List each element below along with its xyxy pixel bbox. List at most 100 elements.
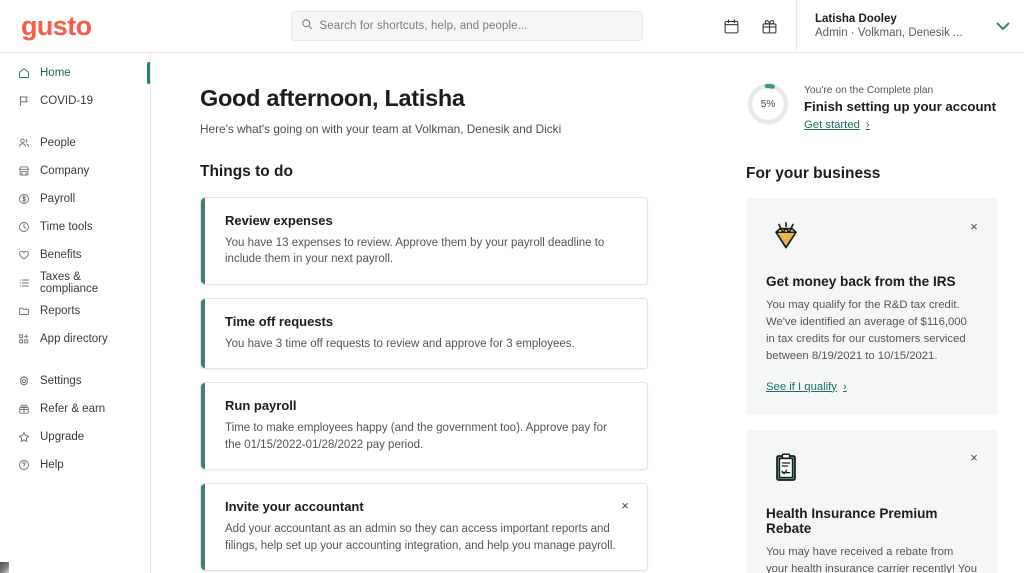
apps-icon [17,333,30,346]
heart-icon [17,249,30,262]
sidebar-item-label: Help [40,459,64,471]
todo-card-invite-your-accountant[interactable]: × Invite your accountant Add your accoun… [200,483,648,572]
sidebar-item-company[interactable]: Company [0,160,150,182]
chevron-down-icon[interactable] [996,19,1010,34]
progress-percent-label: 5% [760,98,776,110]
todo-title: Run payroll [225,398,297,414]
sidebar-item-label: Settings [40,375,82,387]
sidebar-item-label: Benefits [40,249,82,261]
chevron-right-icon: › [842,380,847,393]
todo-card-review-expenses[interactable]: Review expenses You have 13 expenses to … [200,197,648,285]
see-if-i-qualify-label: See if I qualify [766,380,837,393]
todo-card-time-off-requests[interactable]: Time off requests You have 3 time off re… [200,297,648,370]
page-body: Home COVID-19 People Company Payroll Tim… [0,53,1024,573]
flag-icon [17,95,30,108]
user-name: Latisha Dooley [815,13,897,25]
sidebar-item-label: Payroll [40,193,76,205]
search-input[interactable]: Search for shortcuts, help, and people..… [320,20,528,32]
clock-icon [17,221,30,234]
business-card-title: Get money back from the IRS [766,274,956,289]
sidebar-item-upgrade[interactable]: Upgrade [0,426,150,448]
sidebar-item-label: Company [40,165,90,177]
search-zone: Search for shortcuts, help, and people..… [151,11,722,41]
calendar-icon[interactable] [722,17,741,36]
business-card-irs[interactable]: × Get money back from the IRS You may qu… [746,198,998,415]
sidebar-item-label: App directory [40,333,108,345]
page-subtitle: Here's what's going on with your team at… [200,122,562,136]
account-setup-progress[interactable]: 5% You're on the Complete plan Finish se… [746,82,998,133]
see-if-i-qualify-link[interactable]: See if I qualify › [766,381,847,393]
business-card-health-rebate[interactable]: × Health Insurance Premium Rebate You ma… [746,429,998,573]
sidebar-item-refer-earn[interactable]: Refer & earn [0,398,150,420]
sidebar-item-covid-19[interactable]: COVID-19 [0,90,150,112]
sidebar-item-label: Refer & earn [40,403,106,415]
sidebar-item-payroll[interactable]: Payroll [0,188,150,210]
page-title: Good afternoon, Latisha [200,85,465,111]
star-icon [17,431,30,444]
question-circle-icon [17,459,30,472]
progress-ring: 5% [746,82,790,126]
get-started-link[interactable]: Get started › [804,119,870,131]
user-menu[interactable]: Latisha Dooley Admin · Volkman, Denesik … [796,0,1024,53]
sidebar-item-app-directory[interactable]: App directory [0,328,150,350]
close-icon[interactable]: × [618,498,632,512]
todo-description: You have 3 time off requests to review a… [225,337,575,350]
nav-divider-2 [0,350,150,370]
search-box[interactable]: Search for shortcuts, help, and people..… [290,11,643,41]
sidebar-item-reports[interactable]: Reports [0,300,150,322]
gift-icon [17,403,30,416]
close-icon[interactable]: × [964,216,984,236]
sidebar-item-label: Reports [40,305,81,317]
close-icon[interactable]: × [964,448,984,468]
gear-icon [17,375,30,388]
gift-icon[interactable] [760,17,779,36]
sidebar-item-help[interactable]: Help [0,454,150,476]
logo-area: gusto [0,12,151,40]
building-icon [17,165,30,178]
sidebar-item-label: Time tools [40,221,93,233]
gusto-dashboard: gusto Search for shortcuts, help, and pe… [0,0,1024,573]
search-icon [301,17,313,35]
user-role: Admin · Volkman, Denesik ... [815,27,963,39]
scroll-artifact [0,562,9,573]
diamond-icon [766,216,806,256]
dollar-circle-icon [17,193,30,206]
sidebar-item-benefits[interactable]: Benefits [0,244,150,266]
plan-text-block: You're on the Complete plan Finish setti… [804,82,996,133]
header-icon-group [722,17,796,36]
plan-subtitle: You're on the Complete plan [804,85,934,96]
todo-title: Review expenses [225,213,333,228]
todo-title: Time off requests [225,313,334,329]
things-to-do-heading: Things to do [200,163,293,180]
todo-title: Invite your accountant [225,499,364,515]
sidebar-item-settings[interactable]: Settings [0,370,150,392]
todo-card-list: Review expenses You have 13 expenses to … [200,197,648,573]
right-rail: 5% You're on the Complete plan Finish se… [724,53,1024,573]
business-card-description: You may qualify for the R&D tax credit. … [766,299,967,363]
todo-description: You have 13 expenses to review. Approve … [225,237,605,266]
folder-icon [17,305,30,318]
todo-description: Add your accountant as an admin so they … [225,523,616,552]
todo-description: Time to make employees happy (and the go… [225,422,607,451]
top-header: gusto Search for shortcuts, help, and pe… [0,0,1024,53]
sidebar-item-people[interactable]: People [0,132,150,154]
sidebar-item-time-tools[interactable]: Time tools [0,216,150,238]
active-indicator-bar [147,62,150,84]
plan-title: Finish setting up your account [804,99,996,114]
todo-card-run-payroll[interactable]: Run payroll Time to make employees happy… [200,382,648,471]
nav-divider-1 [0,112,150,132]
sidebar-item-home[interactable]: Home [0,62,150,84]
home-icon [17,67,30,80]
gusto-logo[interactable]: gusto [21,12,92,40]
list-icon [17,277,30,290]
sidebar-item-label: Home [40,67,71,79]
sidebar-item-label: COVID-19 [40,95,94,107]
main-content: Good afternoon, Latisha Here's what's go… [151,53,724,573]
user-info: Latisha Dooley Admin · Volkman, Denesik … [815,13,963,39]
sidebar-item-label: Taxes & compliance [40,271,99,295]
people-icon [17,137,30,150]
sidebar-item-label: People [40,137,76,149]
get-started-label: Get started [804,119,860,131]
business-card-title: Health Insurance Premium Rebate [766,505,938,536]
sidebar-item-taxes-compliance[interactable]: Taxes & compliance [0,271,150,295]
